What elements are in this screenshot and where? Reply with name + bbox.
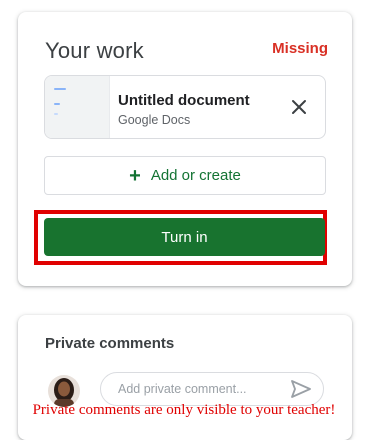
private-comments-title: Private comments (45, 335, 175, 352)
attachment-item[interactable]: Untitled document Google Docs (44, 75, 326, 139)
your-work-title: Your work (45, 38, 144, 63)
doc-thumbnail (45, 76, 110, 138)
send-icon[interactable] (290, 379, 312, 399)
private-comments-card: Private comments Add private comment... (18, 315, 352, 440)
plus-icon: + (129, 164, 141, 187)
turn-in-button[interactable]: Turn in (44, 218, 325, 256)
your-work-card: Your work Missing Untitled document Goog… (18, 12, 352, 286)
attachment-type: Google Docs (118, 113, 191, 127)
add-or-create-label: Add or create (150, 167, 241, 184)
private-comments-notice: Private comments are only visible to you… (32, 402, 336, 418)
close-icon (292, 100, 306, 114)
missing-status: Missing (272, 40, 328, 57)
remove-attachment-button[interactable] (287, 95, 311, 119)
attachment-title[interactable]: Untitled document (118, 92, 250, 109)
comment-placeholder: Add private comment... (118, 382, 247, 396)
add-or-create-button[interactable]: + Add or create (44, 156, 326, 195)
